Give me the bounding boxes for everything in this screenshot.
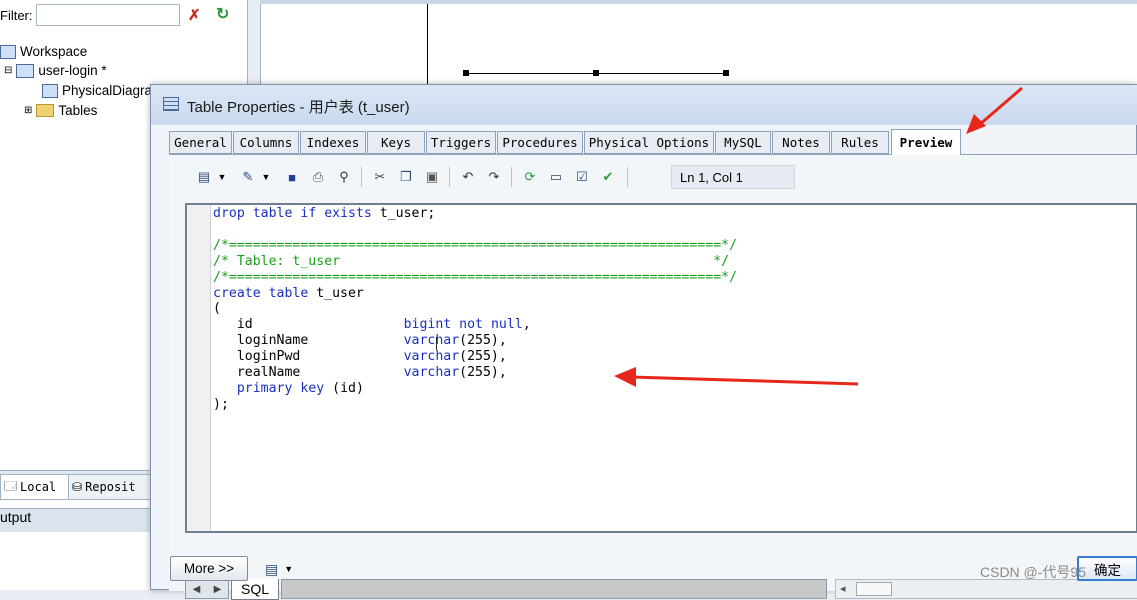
annotation-arrow-code <box>614 367 859 387</box>
annotation-overlay <box>614 86 1023 387</box>
watermark: CSDN @-代号95 <box>980 564 1087 580</box>
annotation-arrow-preview <box>966 86 1023 134</box>
